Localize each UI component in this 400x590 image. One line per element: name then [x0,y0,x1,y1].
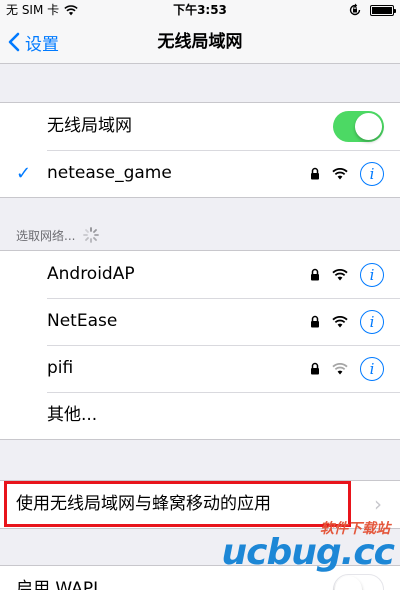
wlan-group: 无线局域网 ✓ netease_game i [0,102,400,198]
chevron-left-icon [8,32,20,52]
wifi-signal-icon [332,268,348,280]
apps-group: 使用无线局域网与蜂窝移动的应用 › [0,480,400,529]
wapi-row: 启用 WAPI [0,566,400,590]
wlan-toggle[interactable] [333,111,384,142]
network-name: NetEase [47,311,118,331]
lock-icon [311,167,319,180]
page-title: 无线局域网 [157,32,243,52]
chevron-right-icon: › [374,492,382,516]
network-name: pifi [47,358,74,378]
apps-using-wlan-cellular-label: 使用无线局域网与蜂窝移动的应用 [16,494,271,514]
wifi-signal-icon [332,167,348,179]
other-network-label: 其他... [47,405,98,425]
wifi-signal-icon [332,362,348,374]
wlan-toggle-row: 无线局域网 [0,103,400,150]
back-label: 设置 [25,34,59,55]
apps-using-wlan-cellular-row[interactable]: 使用无线局域网与蜂窝移动的应用 › [0,481,400,528]
network-icons: i [310,298,384,345]
networks-group: AndroidAP i NetEase i pifi i 其他... [0,250,400,440]
wlan-toggle-label: 无线局域网 [47,116,132,136]
info-icon[interactable]: i [360,309,384,334]
network-row-pifi[interactable]: pifi i [0,345,400,392]
connected-network-row[interactable]: ✓ netease_game i [0,150,400,197]
wapi-toggle[interactable] [333,574,384,590]
network-row-netease[interactable]: NetEase i [0,298,400,345]
wifi-signal-icon [332,315,348,327]
connected-network-name: netease_game [47,163,172,183]
network-icons: i [310,345,384,392]
status-bar: 无 SIM 卡 下午3:53 [0,0,400,20]
choose-network-header: 选取网络... [16,225,100,245]
lock-icon [311,268,319,281]
wlan-settings-screen: 无 SIM 卡 下午3:53 设置 无线局域网 无线局域网 ✓ netease_… [0,0,400,590]
network-row-androidap[interactable]: AndroidAP i [0,251,400,298]
status-right [348,0,396,20]
back-button[interactable]: 设置 [8,20,59,64]
navigation-bar: 设置 无线局域网 [0,20,400,64]
info-icon[interactable]: i [360,356,384,381]
battery-icon [370,4,396,16]
network-icons: i [310,251,384,298]
orientation-lock-icon [349,3,361,16]
info-icon[interactable]: i [360,262,384,287]
status-time: 下午3:53 [173,3,227,17]
network-name: AndroidAP [47,264,135,284]
checkmark-icon: ✓ [16,163,32,184]
loading-spinner-icon [83,227,100,243]
lock-icon [311,315,319,328]
wapi-group: 启用 WAPI [0,565,400,590]
network-row-other[interactable]: 其他... [0,392,400,439]
toggle-knob [335,575,362,590]
toggle-knob [355,113,382,140]
lock-icon [311,362,319,375]
network-icons: i [310,150,384,197]
info-icon[interactable]: i [360,161,384,186]
battery-fill [372,6,392,14]
wapi-label: 启用 WAPI [16,579,99,590]
choose-network-label: 选取网络... [16,228,76,243]
